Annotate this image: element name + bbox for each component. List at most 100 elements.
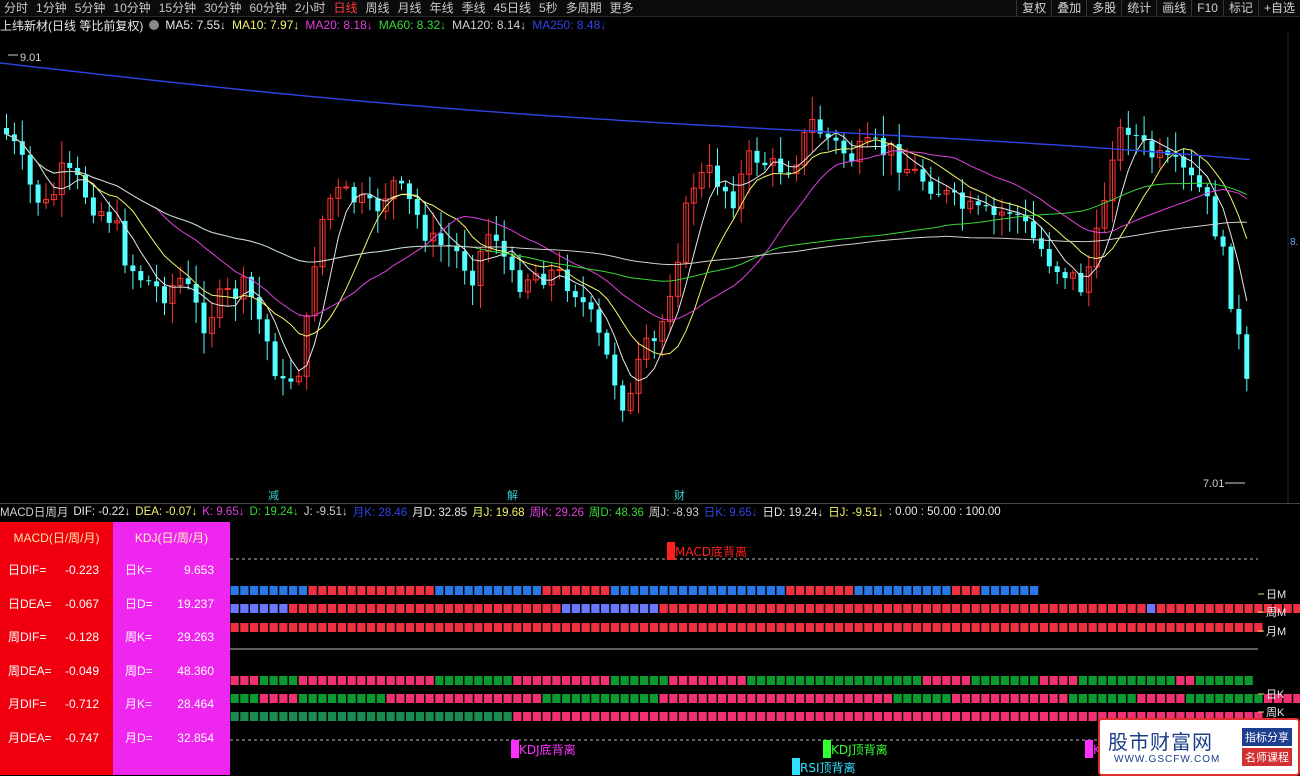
watermark-tag-courses[interactable]: 名师课程	[1242, 748, 1292, 766]
period-tab[interactable]: 15分钟	[155, 0, 200, 16]
period-tab[interactable]: 60分钟	[245, 0, 290, 16]
state-cell	[805, 694, 814, 703]
state-cell	[630, 604, 639, 613]
state-cell	[942, 676, 951, 685]
indicator-value: 29.263	[177, 630, 214, 644]
state-cell	[308, 604, 317, 613]
period-tab[interactable]: 1分钟	[32, 0, 71, 16]
row-label: 日K	[1266, 689, 1285, 701]
state-cell	[1186, 623, 1195, 632]
candle-body-down	[1220, 236, 1226, 247]
state-cell	[893, 586, 902, 595]
state-cell	[591, 694, 600, 703]
state-cell	[903, 676, 912, 685]
toolbar-button[interactable]: F10	[1191, 0, 1223, 16]
state-cell	[1059, 623, 1068, 632]
indicator-legend-item: DIF: -0.22↓	[73, 506, 131, 518]
period-tab[interactable]: 2小时	[291, 0, 330, 16]
state-cell	[376, 623, 385, 632]
state-cell	[425, 676, 434, 685]
ma-legend-item: MA120: 8.14↓	[452, 18, 527, 32]
toolbar-button[interactable]: 多股	[1086, 0, 1121, 16]
period-tab[interactable]: 日线	[330, 0, 362, 16]
period-tab[interactable]: 分时	[0, 0, 32, 16]
state-cell	[1225, 694, 1234, 703]
candle-body-down	[730, 191, 736, 209]
period-tab[interactable]: 多周期	[562, 0, 606, 16]
state-cell	[357, 586, 366, 595]
state-cell	[230, 712, 239, 721]
state-cell	[542, 676, 551, 685]
state-cell	[396, 694, 405, 703]
toolbar-button[interactable]: +自选	[1257, 0, 1300, 16]
state-cell	[659, 604, 668, 613]
indicator-legend-item: 月D: 32.85	[412, 507, 468, 519]
period-tab[interactable]: 更多	[606, 0, 638, 16]
state-cell	[532, 676, 541, 685]
indicator-value: -0.049	[64, 663, 99, 678]
state-cell	[718, 694, 727, 703]
state-cell	[913, 712, 922, 721]
state-cell	[562, 676, 571, 685]
period-tab[interactable]: 5秒	[535, 0, 562, 16]
state-cell	[357, 604, 366, 613]
state-cell	[503, 586, 512, 595]
state-cell	[406, 694, 415, 703]
period-tab[interactable]: 季线	[458, 0, 490, 16]
candlestick-chart[interactable]: 9.01 7.01 8. 减 解 财	[0, 33, 1300, 503]
state-cell	[1078, 694, 1087, 703]
state-cell	[415, 676, 424, 685]
state-cell	[805, 604, 814, 613]
period-tab[interactable]: 月线	[394, 0, 426, 16]
state-cell	[571, 604, 580, 613]
state-cell	[815, 586, 824, 595]
watermark-tag-indicators[interactable]: 指标分享	[1242, 728, 1292, 746]
state-cell	[708, 586, 717, 595]
period-tab[interactable]: 30分钟	[200, 0, 245, 16]
state-cell	[669, 676, 678, 685]
state-cell	[376, 676, 385, 685]
state-cell	[571, 694, 580, 703]
site-watermark[interactable]: 股市财富网 WWW.GSCFW.COM 指标分享 名师课程	[1098, 718, 1300, 776]
state-cell	[796, 623, 805, 632]
state-cell	[922, 676, 931, 685]
state-cell	[883, 604, 892, 613]
toolbar-button[interactable]: 叠加	[1051, 0, 1086, 16]
period-tab[interactable]: 5分钟	[71, 0, 110, 16]
candle-body-down	[162, 286, 167, 304]
state-cell	[279, 586, 288, 595]
period-tab[interactable]: 10分钟	[109, 0, 154, 16]
state-cell	[708, 676, 717, 685]
state-cell	[844, 604, 853, 613]
state-cell	[376, 604, 385, 613]
period-tabs: 分时 1分钟 5分钟 10分钟 15分钟 30分钟 60分钟 2小时 日线 周线 月线 年线 季线 45日…	[0, 0, 638, 16]
toolbar-button[interactable]: 复权	[1016, 0, 1051, 16]
toolbar-button[interactable]: 画线	[1156, 0, 1191, 16]
state-cell	[776, 586, 785, 595]
state-cell	[961, 694, 970, 703]
state-cell	[1030, 604, 1039, 613]
settings-circle-icon[interactable]	[149, 20, 160, 30]
state-cell	[610, 676, 619, 685]
state-cell	[1088, 623, 1097, 632]
state-cell	[620, 604, 629, 613]
state-cell	[1225, 604, 1234, 613]
toolbar-button[interactable]: 统计	[1121, 0, 1156, 16]
state-cell	[425, 623, 434, 632]
period-tab[interactable]: 年线	[426, 0, 458, 16]
state-cell	[532, 623, 541, 632]
state-cell	[1108, 604, 1117, 613]
state-cell	[1010, 694, 1019, 703]
toolbar-button[interactable]: 标记	[1222, 0, 1258, 16]
state-cell	[766, 623, 775, 632]
state-cell	[883, 586, 892, 595]
state-cell	[932, 623, 941, 632]
state-cell	[415, 694, 424, 703]
period-tab[interactable]: 周线	[362, 0, 394, 16]
state-cell	[610, 586, 619, 595]
state-cell	[620, 694, 629, 703]
state-cell	[640, 586, 649, 595]
indicator-value: -0.712	[64, 697, 99, 711]
state-cell	[883, 694, 892, 703]
period-tab[interactable]: 45日线	[490, 0, 535, 16]
